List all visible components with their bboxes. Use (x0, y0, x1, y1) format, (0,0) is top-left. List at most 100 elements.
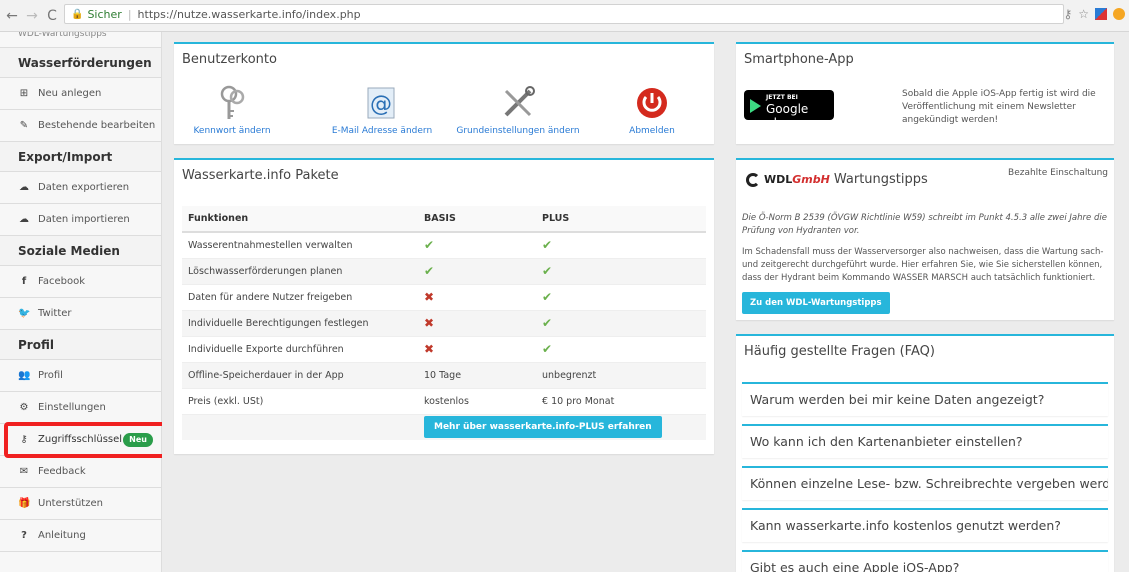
plus-cell: ✔ (536, 309, 706, 336)
cross-icon: ✖ (424, 316, 435, 330)
basis-cell: ✖ (418, 309, 536, 336)
faq-item[interactable]: Warum werden bei mir keine Daten angezei… (742, 382, 1108, 416)
check-icon: ✔ (542, 290, 553, 304)
sidebar-item-feedback[interactable]: ✉ Feedback (0, 456, 161, 488)
key-icon[interactable]: ⚷ (1063, 7, 1072, 21)
extension-icon[interactable] (1113, 8, 1125, 20)
logout-link[interactable]: Abmelden (612, 84, 692, 136)
plus-cell: unbegrenzt (536, 361, 706, 388)
sidebar-item-label: Feedback (38, 465, 86, 477)
power-icon (632, 84, 672, 122)
panel-title: Smartphone-App (744, 52, 854, 67)
address-separator: | (127, 7, 132, 21)
table-row: Individuelle Berechtigungen festlegen ✖ … (182, 309, 706, 336)
check-icon: ✔ (424, 264, 435, 278)
wdl-intro: Die Ö-Norm B 2539 (ÖVGW Richtlinie W59) … (742, 213, 1107, 236)
plus-cell: ✔ (536, 335, 706, 362)
sidebar: WDL-Wartungstipps Wasserförderungen ⊞ Ne… (0, 32, 162, 572)
sidebar-item-settings[interactable]: ⚙ Einstellungen (0, 392, 161, 424)
check-icon: ✔ (542, 264, 553, 278)
column-header: BASIS (418, 206, 536, 233)
envelope-icon: ✉ (19, 465, 29, 477)
sidebar-item-label: Anleitung (38, 529, 86, 541)
extension-icon[interactable] (1095, 8, 1107, 20)
basis-cell: kostenlos (418, 387, 536, 414)
wdl-body: Im Schadensfall muss der Wasserversorger… (742, 247, 1104, 283)
forward-icon[interactable]: → (24, 8, 40, 24)
question-icon: ? (21, 529, 27, 541)
sidebar-item-facebook[interactable]: f Facebook (0, 266, 161, 298)
wdl-logo: WDLGmbH (764, 173, 830, 186)
feature-cell: Preis (exkl. USt) (182, 387, 418, 414)
sidebar-header: Export/Import (0, 142, 161, 172)
browser-actions: ⚷ ☆ (1063, 7, 1125, 21)
secure-label: Sicher (87, 7, 122, 21)
wdl-logo-text: GmbH (792, 173, 830, 186)
faq-item[interactable]: Wo kann ich den Kartenanbieter einstelle… (742, 424, 1108, 458)
edit-icon: ✎ (19, 119, 29, 131)
basis-cell: ✖ (418, 335, 536, 362)
sidebar-item-label: Bestehende bearbeiten (38, 119, 156, 131)
sidebar-item-export[interactable]: ☁ Daten exportieren (0, 172, 161, 204)
account-item-label: Abmelden (629, 126, 675, 136)
account-item-label: Kennwort ändern (193, 126, 271, 136)
badge-small-text: JETZT BEI (766, 94, 798, 101)
check-icon: ✔ (424, 238, 435, 253)
plus-info-button[interactable]: Mehr über wasserkarte.info-PLUS erfahren (424, 416, 662, 439)
lock-icon: 🔒 (71, 8, 84, 20)
keys-icon (212, 84, 252, 122)
change-email-link[interactable]: @ E-Mail Adresse ändern (322, 84, 442, 136)
play-icon (750, 99, 761, 113)
sidebar-item-manual[interactable]: ? Anleitung (0, 520, 161, 552)
sidebar-item-import[interactable]: ☁ Daten importieren (0, 204, 161, 236)
wdl-tips-button[interactable]: Zu den WDL-Wartungstipps (742, 292, 890, 314)
sidebar-item-label: Daten importieren (38, 213, 130, 225)
at-icon: @ (362, 84, 402, 122)
cloud-icon: ☁ (19, 181, 29, 193)
change-password-link[interactable]: Kennwort ändern (182, 84, 282, 136)
column-header: PLUS (536, 206, 706, 233)
account-item-label: E-Mail Adresse ändern (331, 126, 433, 136)
faq-item[interactable]: Kann wasserkarte.info kostenlos genutzt … (742, 508, 1108, 542)
feature-cell: Individuelle Exporte durchführen (182, 335, 418, 362)
table-row: Wasserentnahmestellen verwalten ✔ ✔ (182, 231, 706, 258)
sidebar-item-label: Neu anlegen (38, 87, 102, 99)
plus-cell: € 10 pro Monat (536, 387, 706, 414)
table-row: Mehr über wasserkarte.info-PLUS erfahren (182, 413, 706, 440)
sidebar-item-profile[interactable]: 👥 Profil (0, 360, 161, 392)
basis-cell: 10 Tage (418, 361, 536, 388)
back-icon[interactable]: ← (4, 8, 20, 24)
url-text: https://nutze.wasserkarte.info/index.php (137, 7, 361, 21)
sidebar-item-edit[interactable]: ✎ Bestehende bearbeiten (0, 110, 161, 142)
change-settings-link[interactable]: Grundeinstellungen ändern (448, 84, 588, 136)
gift-icon: 🎁 (18, 497, 31, 509)
sidebar-item-cut[interactable]: WDL-Wartungstipps (0, 32, 161, 48)
sidebar-item-label: Profil (38, 369, 63, 381)
google-play-badge[interactable]: JETZT BEI Google play (744, 90, 834, 130)
table-row: Offline-Speicherdauer in der App 10 Tage… (182, 361, 706, 388)
column-header: Funktionen (182, 206, 418, 233)
main-content: Benutzerkonto Kennwort ändern @ E-Mail A… (162, 32, 1129, 572)
address-bar[interactable]: 🔒 Sicher | https://nutze.wasserkarte.inf… (64, 4, 1064, 24)
basis-cell: ✔ (418, 231, 536, 258)
star-icon[interactable]: ☆ (1078, 7, 1089, 21)
wdl-panel: Bezahlte Einschaltung WDLGmbH Wartungsti… (736, 158, 1114, 320)
plus-cell: ✔ (536, 231, 706, 258)
feature-cell: Individuelle Berechtigungen festlegen (182, 309, 418, 336)
feature-cell: Wasserentnahmestellen verwalten (182, 231, 418, 258)
sidebar-header: Soziale Medien (0, 236, 161, 266)
sidebar-item-new[interactable]: ⊞ Neu anlegen (0, 78, 161, 110)
panel-title: Wasserkarte.info Pakete (182, 168, 339, 183)
sidebar-item-support[interactable]: 🎁 Unterstützen (0, 488, 161, 520)
faq-item[interactable]: Können einzelne Lese- bzw. Schreibrechte… (742, 466, 1108, 500)
sidebar-item-twitter[interactable]: 🐦 Twitter (0, 298, 161, 330)
cta-cell: Mehr über wasserkarte.info-PLUS erfahren (418, 413, 706, 440)
sidebar-item-label: Einstellungen (38, 401, 106, 413)
sidebar-item-label: Twitter (38, 307, 72, 319)
panel-title: Häufig gestellte Fragen (FAQ) (744, 344, 935, 359)
twitter-icon: 🐦 (18, 307, 31, 319)
faq-item[interactable]: Gibt es auch eine Apple iOS-App? (742, 550, 1108, 572)
reload-icon[interactable]: C (44, 8, 60, 24)
basis-cell: ✔ (418, 257, 536, 284)
app-panel: Smartphone-App JETZT BEI Google play Sob… (736, 42, 1114, 144)
